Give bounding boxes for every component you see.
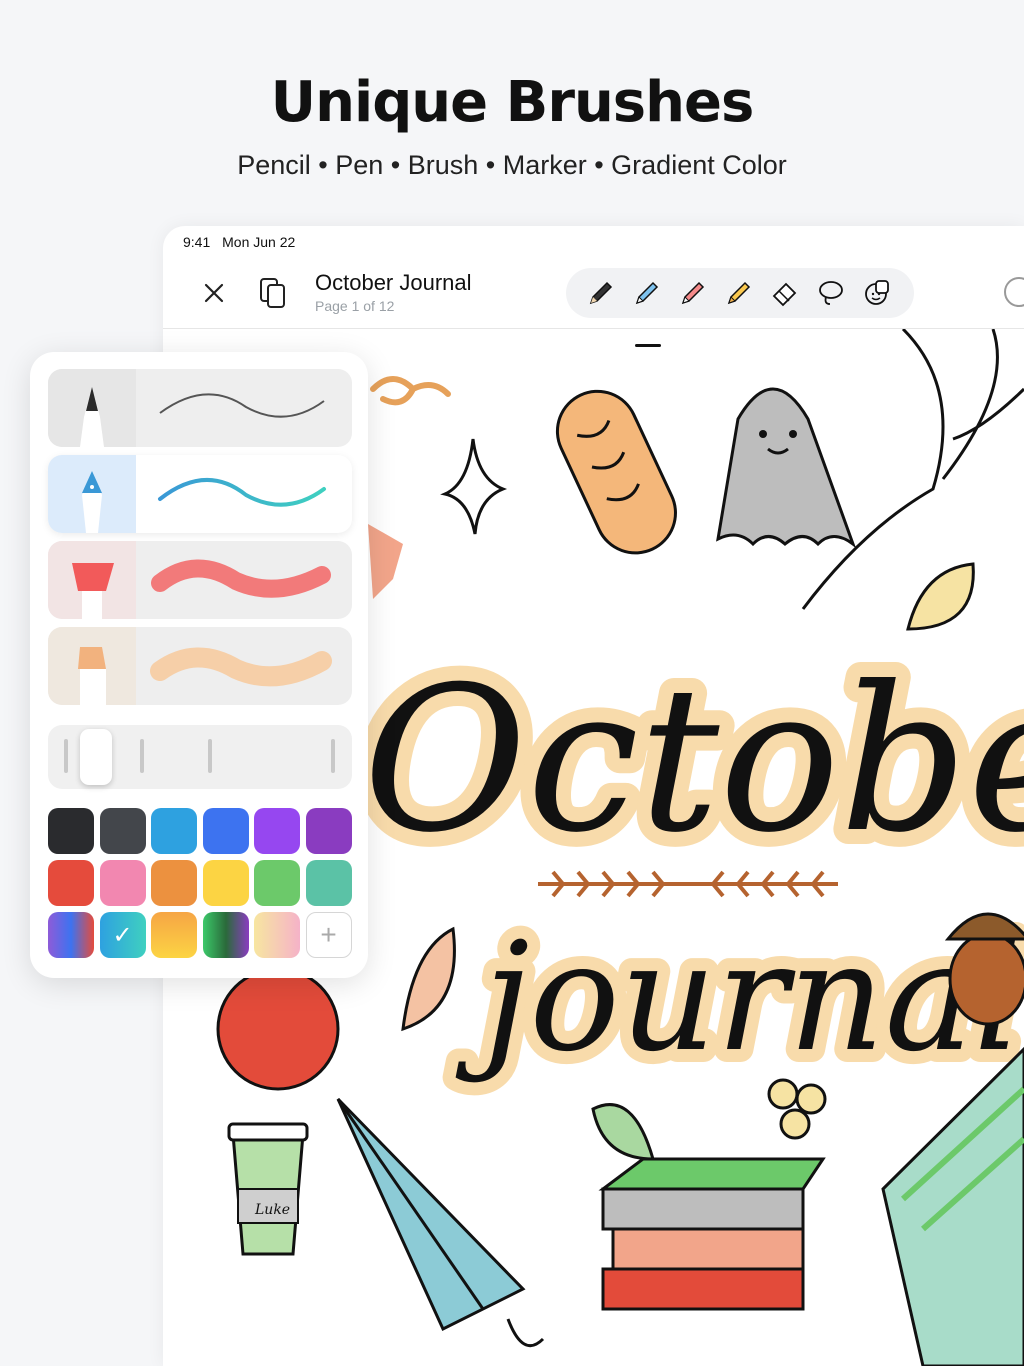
hero-title: Unique Brushes [270, 70, 755, 135]
slider-thumb[interactable] [80, 729, 112, 785]
gradient-swatch-cyan-teal[interactable]: ✓ [99, 912, 146, 958]
sticker-icon [865, 280, 889, 305]
slider-tick [331, 739, 335, 773]
pencil-icon [589, 281, 613, 305]
close-button[interactable] [199, 278, 229, 308]
eraser-icon [772, 282, 797, 307]
gradient-swatch-orange-yellow[interactable] [151, 912, 197, 958]
page-indicator: Page 1 of 12 [315, 298, 395, 314]
status-date: Mon Jun 22 [222, 234, 296, 250]
tool-pen[interactable] [630, 276, 664, 310]
hero-section: Unique Brushes Pencil • Pen • Brush • Ma… [0, 0, 1024, 220]
color-swatch[interactable] [151, 808, 197, 854]
tool-marker[interactable] [722, 276, 756, 310]
undo-icon[interactable] [1004, 277, 1024, 307]
brush-marker[interactable] [48, 627, 352, 705]
color-swatch[interactable] [151, 860, 197, 906]
gradient-swatch-purple-blue-red[interactable] [48, 912, 94, 958]
close-icon [204, 283, 224, 303]
color-swatch[interactable] [202, 808, 249, 854]
slider-tick [208, 739, 212, 773]
cup-label: Luke [254, 1202, 290, 1218]
marker-icon [727, 281, 751, 305]
tool-palette [566, 268, 914, 318]
document-title[interactable]: October Journal [315, 270, 472, 296]
hero-subtitle: Pencil • Pen • Brush • Marker • Gradient… [237, 150, 787, 180]
pen-tip-icon [48, 455, 136, 533]
svg-text:journal: journal [455, 911, 1022, 1085]
color-swatch[interactable] [48, 808, 94, 854]
tool-pencil[interactable] [584, 276, 618, 310]
color-swatch[interactable] [99, 808, 146, 854]
pen-icon [635, 281, 659, 305]
color-swatch[interactable] [254, 860, 300, 906]
pages-button[interactable] [257, 276, 289, 310]
color-swatch[interactable] [48, 860, 94, 906]
color-swatch[interactable] [305, 860, 352, 906]
copy-pages-icon [260, 278, 285, 308]
color-swatch[interactable] [202, 860, 249, 906]
color-swatch[interactable] [254, 808, 300, 854]
svg-text:October: October [363, 644, 1024, 877]
tool-brush[interactable] [676, 276, 710, 310]
marker-tip-icon [48, 627, 136, 705]
brush-size-slider[interactable] [48, 725, 352, 789]
brush-icon [681, 281, 705, 305]
slider-tick [140, 739, 144, 773]
checkmark-icon: ✓ [112, 921, 133, 949]
add-color-button[interactable]: + [305, 912, 352, 958]
gradient-swatch-green-purple[interactable] [202, 912, 249, 958]
color-swatch[interactable] [305, 808, 352, 854]
tool-sticker[interactable] [860, 276, 894, 310]
pen-stroke-preview [158, 477, 326, 507]
slider-tick [64, 739, 68, 773]
pencil-stroke-preview [159, 393, 325, 418]
tool-lasso[interactable] [814, 276, 848, 310]
color-swatch[interactable] [99, 860, 146, 906]
brush-stroke-preview [151, 559, 331, 598]
brush-pen[interactable] [48, 455, 352, 533]
brush-panel: ✓ + [30, 352, 368, 978]
brush-tip-icon [48, 541, 136, 619]
top-toolbar: October Journal Page 1 of 12 [163, 258, 1024, 347]
brush-pencil[interactable] [48, 369, 352, 447]
gradient-swatch-pink-yellow[interactable] [254, 912, 300, 958]
pencil-tip-icon [48, 369, 136, 447]
tool-eraser[interactable] [768, 276, 802, 310]
lasso-icon [819, 281, 843, 305]
brush-brush[interactable] [48, 541, 352, 619]
status-bar: 9:41 Mon Jun 22 [183, 234, 303, 250]
marker-stroke-preview [150, 647, 332, 687]
status-time: 9:41 [183, 234, 211, 250]
